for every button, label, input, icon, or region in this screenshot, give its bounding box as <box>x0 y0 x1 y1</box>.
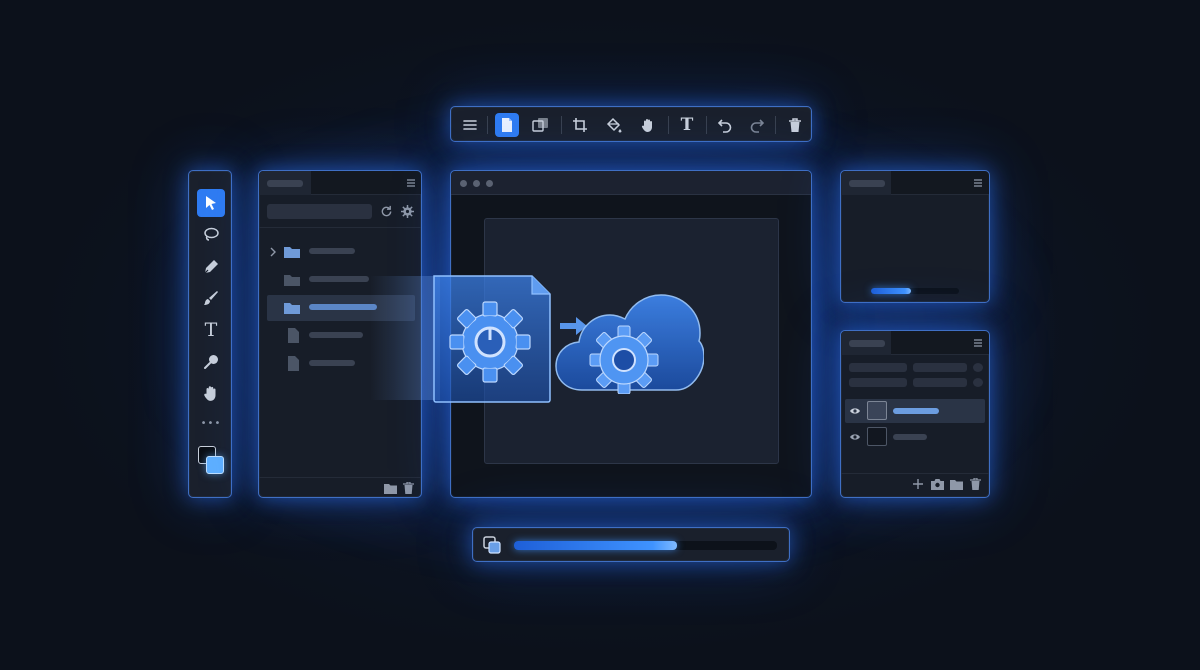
layer-option[interactable] <box>913 378 967 387</box>
fill-button[interactable] <box>602 113 626 137</box>
opacity-field[interactable] <box>913 363 967 372</box>
duplicate-button[interactable] <box>529 113 553 137</box>
trash-icon[interactable] <box>402 481 415 494</box>
select-tool[interactable] <box>197 189 225 217</box>
redo-icon <box>750 119 765 133</box>
text-icon: T <box>680 115 694 135</box>
panel-tab[interactable] <box>841 331 891 355</box>
layer-thumbnail <box>867 401 887 420</box>
layers-stack-icon <box>482 535 502 555</box>
progress-bar-panel <box>472 527 790 562</box>
settings-file-icon <box>433 275 551 403</box>
crop-button[interactable] <box>568 113 592 137</box>
left-tool-bar: T ••• <box>188 170 232 498</box>
undo-button[interactable] <box>713 113 737 137</box>
layers-panel <box>840 330 990 498</box>
layer-thumbnail <box>867 427 887 446</box>
text-tool[interactable]: T <box>197 316 225 344</box>
duplicate-icon <box>532 118 548 132</box>
lasso-tool[interactable] <box>197 221 225 249</box>
text-tool-button[interactable]: T <box>675 113 699 137</box>
cursor-arrow-icon <box>206 196 216 210</box>
pen-icon <box>204 260 218 274</box>
window-control-dot[interactable] <box>460 180 467 187</box>
add-layer-icon[interactable] <box>912 478 924 490</box>
panel-menu-icon[interactable] <box>971 336 985 350</box>
refresh-icon[interactable] <box>379 204 394 219</box>
more-icon: ••• <box>200 417 222 429</box>
paint-bucket-icon <box>606 117 622 133</box>
hand-icon <box>204 386 216 401</box>
hand-tool-button[interactable] <box>636 113 660 137</box>
panel-menu-icon[interactable] <box>404 176 418 190</box>
progress-track <box>514 541 777 550</box>
panel-tab-bar <box>259 171 421 195</box>
eyedropper-tool[interactable] <box>197 348 225 376</box>
folder-icon <box>284 303 300 314</box>
search-field[interactable] <box>267 204 372 219</box>
layer-option-toggle[interactable] <box>973 378 983 387</box>
menu-button[interactable] <box>458 113 482 137</box>
preview-progress-fill <box>871 288 911 294</box>
menu-icon <box>463 120 477 130</box>
document-tool-button[interactable] <box>495 113 519 137</box>
panel-tab-bar <box>841 331 989 355</box>
color-swatches[interactable] <box>196 445 226 477</box>
trash-icon[interactable] <box>969 477 982 490</box>
panel-menu-icon[interactable] <box>971 176 985 190</box>
more-tools-button[interactable]: ••• <box>197 409 225 437</box>
settings-gear-icon[interactable] <box>400 204 415 219</box>
layer-row-selected[interactable] <box>845 399 985 423</box>
hand-tool[interactable] <box>197 379 225 407</box>
preview-progress-track <box>871 288 959 294</box>
top-toolbar: T <box>450 106 812 142</box>
blend-mode-select[interactable] <box>849 363 907 372</box>
camera-icon[interactable] <box>930 478 944 490</box>
chevron-right-icon[interactable] <box>269 247 277 257</box>
panel-tab[interactable] <box>259 171 311 195</box>
layer-option[interactable] <box>849 378 907 387</box>
cloud-sync-icon <box>555 294 704 394</box>
tree-folder-row[interactable] <box>267 239 415 265</box>
document-icon <box>502 118 512 132</box>
hand-icon <box>641 119 652 132</box>
folder-icon[interactable] <box>949 478 963 490</box>
lock-toggle[interactable] <box>973 363 983 372</box>
eye-icon[interactable] <box>849 406 861 416</box>
layer-row[interactable] <box>845 425 985 449</box>
folder-icon <box>284 275 300 286</box>
text-icon: T <box>204 319 218 341</box>
pen-tool[interactable] <box>197 253 225 281</box>
eye-icon[interactable] <box>849 432 861 442</box>
preview-panel <box>840 170 990 303</box>
lasso-icon <box>204 227 219 241</box>
redo-button[interactable] <box>745 113 769 137</box>
new-folder-icon[interactable] <box>383 482 397 494</box>
crop-icon <box>573 118 587 132</box>
file-icon <box>288 356 299 371</box>
trash-icon <box>789 118 801 132</box>
brush-icon <box>204 291 218 305</box>
settings-to-cloud-graphic <box>370 270 710 410</box>
window-control-dot[interactable] <box>473 180 480 187</box>
progress-fill <box>514 541 678 550</box>
brush-tool[interactable] <box>197 284 225 312</box>
window-control-dot[interactable] <box>486 180 493 187</box>
delete-button[interactable] <box>783 113 807 137</box>
background-color-swatch[interactable] <box>206 456 224 474</box>
window-title-bar <box>451 171 811 195</box>
panel-tab[interactable] <box>841 171 891 195</box>
panel-tab-bar <box>841 171 989 195</box>
eyedropper-icon <box>204 355 218 369</box>
undo-icon <box>717 119 732 133</box>
file-icon <box>288 328 299 343</box>
folder-icon <box>284 247 300 258</box>
